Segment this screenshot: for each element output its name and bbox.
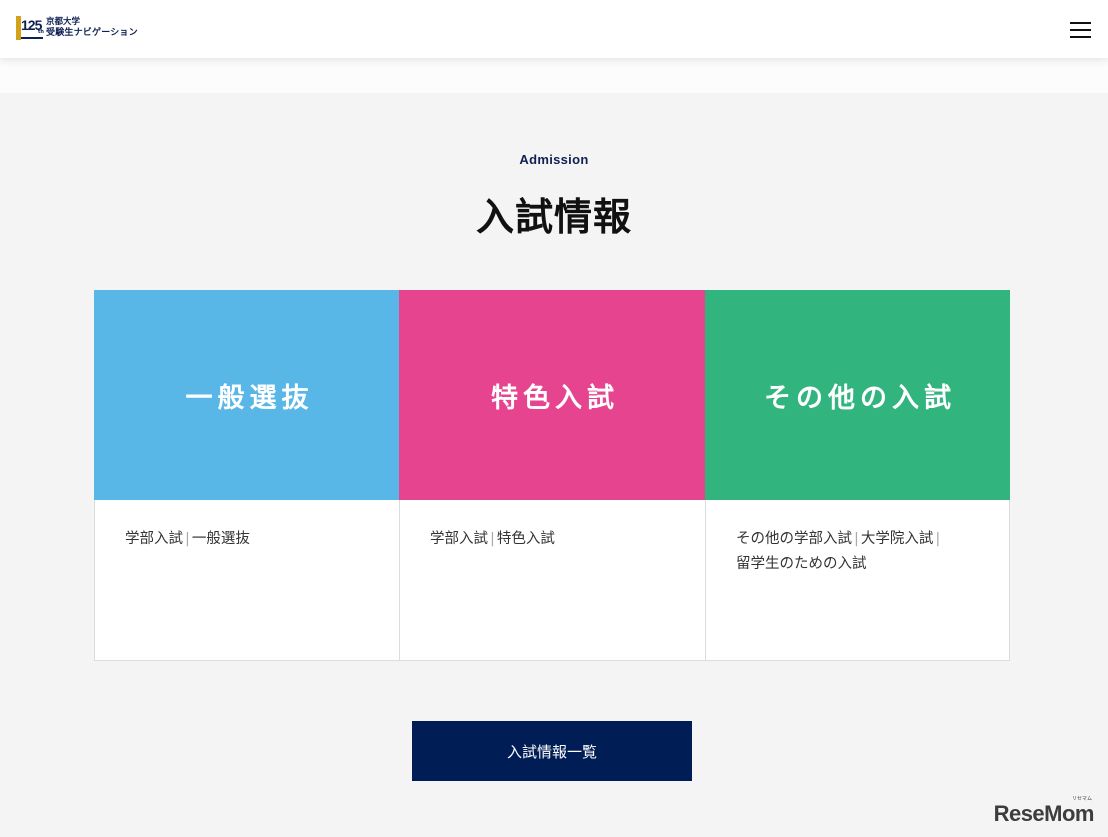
header-spacer [0,58,1108,93]
hamburger-menu-icon[interactable] [1070,22,1091,38]
admission-cards: 一般選抜 学部入試 | 一般選抜 特色入試 学部入試 | 特色入試 その他の入試 その他… [94,290,1010,661]
logo-site-name: 受験生ナビゲーション [46,28,138,38]
card-link[interactable]: 学部入試 [430,531,488,547]
card-link[interactable]: 大学院入試 [861,531,934,547]
link-separator: | [854,531,859,547]
card-other-admissions[interactable]: その他の入試 その他の学部入試 | 大学院入試 | 留学生のための入試 [705,290,1010,661]
card-banner-title: 特色入試 [491,382,619,414]
anniversary-125-logo-mark: 125 th [16,15,44,41]
card-link[interactable]: その他の学部入試 [736,531,852,547]
section-title: 入試情報 [475,194,632,239]
watermark-text: ReseMom [993,801,1095,826]
card-links: 学部入試 | 一般選抜 [95,500,399,552]
site-logo[interactable]: 125 th 京都大学 受験生ナビゲーション [16,15,138,41]
card-banner[interactable]: 一般選抜 [94,290,400,500]
section-eyebrow: Admission [519,152,589,167]
card-link[interactable]: 一般選抜 [192,531,250,547]
card-banner[interactable]: その他の入試 [705,290,1010,500]
admission-list-button[interactable]: 入試情報一覧 [412,721,692,781]
resemom-watermark: ReseMom リセマム [993,796,1095,827]
card-link[interactable]: 学部入試 [125,531,183,547]
card-banner[interactable]: 特色入試 [399,290,706,500]
card-links: 学部入試 | 特色入試 [400,500,705,552]
card-link[interactable]: 特色入試 [497,531,555,547]
logo-university-name: 京都大学 [46,17,81,27]
card-link[interactable]: 留学生のための入試 [736,556,867,572]
logo-text: 京都大学 受験生ナビゲーション [46,17,138,39]
link-separator: | [185,531,190,547]
card-links: その他の学部入試 | 大学院入試 | 留学生のための入試 [706,500,1009,577]
card-general-selection[interactable]: 一般選抜 学部入試 | 一般選抜 [94,290,400,661]
site-header: 125 th 京都大学 受験生ナビゲーション [0,0,1108,58]
link-separator: | [935,531,941,547]
watermark-small-text: リセマム [1071,796,1092,802]
link-separator: | [490,531,495,547]
admission-list-button-label: 入試情報一覧 [506,742,597,761]
card-banner-title: その他の入試 [764,382,956,414]
card-banner-title: 一般選抜 [185,382,314,414]
card-special-admission[interactable]: 特色入試 学部入試 | 特色入試 [399,290,706,661]
